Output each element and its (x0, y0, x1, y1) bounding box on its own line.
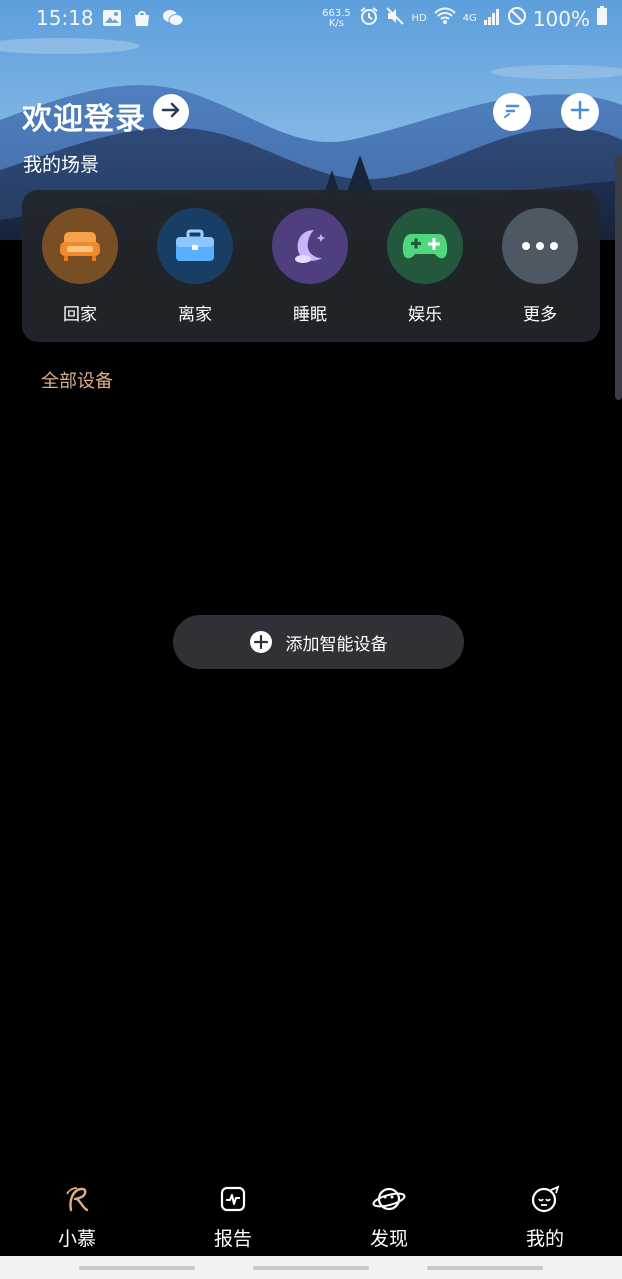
scene-label: 娱乐 (408, 305, 442, 325)
bottom-tab-bar: 小慕 报告 发现 我的 (0, 1170, 622, 1256)
scene-leave-home[interactable]: 离家 (155, 208, 235, 325)
scene-label: 睡眠 (293, 305, 327, 325)
tab-label: 我的 (525, 1228, 564, 1250)
alarm-icon (359, 6, 379, 31)
battery-icon (596, 6, 608, 31)
briefcase-icon (157, 208, 233, 284)
sofa-icon (42, 208, 118, 284)
wechat-icon (162, 8, 184, 33)
add-smart-device-label: 添加智能设备 (285, 634, 388, 655)
dnd-icon (507, 6, 527, 31)
more-icon (502, 208, 578, 284)
messages-button[interactable] (493, 93, 531, 131)
scene-sleep[interactable]: 睡眠 (270, 208, 350, 325)
login-arrow-button[interactable] (153, 94, 189, 130)
add-smart-device-button[interactable]: 添加智能设备 (173, 615, 464, 669)
tab-report[interactable]: 报告 (188, 1182, 278, 1251)
scrollbar[interactable] (615, 155, 622, 400)
arrow-right-icon (160, 99, 182, 125)
scene-label: 更多 (523, 305, 557, 325)
wifi-icon (433, 6, 457, 31)
net-speed-value: 663.5 (322, 7, 351, 19)
tab-xiaomu[interactable]: 小慕 (32, 1182, 122, 1251)
plus-circle-icon (249, 631, 272, 653)
hd-indicator: HD (411, 13, 427, 24)
battery-percent: 100% (532, 6, 590, 31)
scene-entertainment[interactable]: 娱乐 (385, 208, 465, 325)
welcome-login-title[interactable]: 欢迎登录 (22, 94, 146, 138)
add-button[interactable] (561, 93, 599, 131)
profile-face-icon (500, 1182, 590, 1216)
my-scenes-title: 我的场景 (23, 154, 100, 176)
scene-card: 回家 离家 睡眠 娱乐 更多 (22, 190, 600, 342)
status-time: 15:18 (36, 6, 94, 30)
tab-label: 小慕 (57, 1228, 96, 1250)
tab-discover[interactable]: 发现 (344, 1182, 434, 1251)
tab-label: 发现 (369, 1228, 408, 1250)
status-bar: 15:18 663.5 K/s HD 4G 100% (0, 0, 622, 38)
shopping-bag-icon (132, 8, 152, 33)
net-speed-unit: K/s (328, 17, 345, 29)
gallery-icon (102, 8, 122, 33)
xiaomu-logo-icon (32, 1182, 122, 1216)
nav-back-handle[interactable] (79, 1266, 195, 1270)
scene-label: 回家 (63, 305, 97, 325)
scene-go-home[interactable]: 回家 (40, 208, 120, 325)
message-icon (501, 99, 523, 125)
gamepad-icon (387, 208, 463, 284)
moon-icon (272, 208, 348, 284)
nav-home-handle[interactable] (253, 1266, 369, 1270)
signal-icon (483, 7, 501, 31)
tab-mine[interactable]: 我的 (500, 1182, 590, 1251)
system-nav-bar (0, 1256, 622, 1279)
nav-recents-handle[interactable] (427, 1266, 543, 1270)
scene-more[interactable]: 更多 (500, 208, 580, 325)
plus-icon (569, 99, 591, 125)
planet-icon (344, 1182, 434, 1216)
network-type: 4G (462, 13, 477, 24)
report-icon (188, 1182, 278, 1216)
net-speed: 663.5 K/s (319, 7, 353, 29)
tab-label: 报告 (213, 1228, 252, 1250)
mute-icon (385, 6, 405, 31)
scene-label: 离家 (178, 305, 212, 325)
all-devices-tab[interactable]: 全部设备 (41, 367, 113, 393)
